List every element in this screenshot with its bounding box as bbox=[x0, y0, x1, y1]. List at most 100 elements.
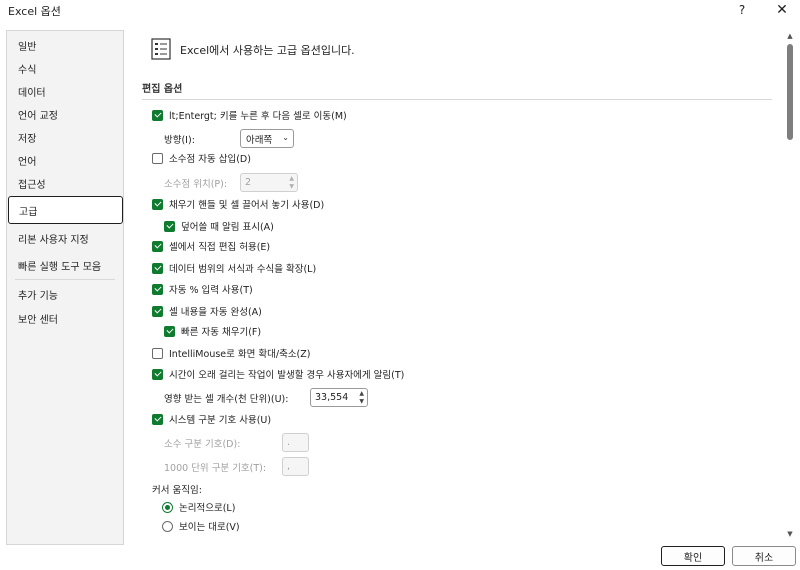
help-button[interactable]: ? bbox=[724, 0, 760, 20]
option-label: 자동 % 입력 사용(T) bbox=[169, 285, 253, 296]
autocomplete-option[interactable]: 셀 내용을 자동 완성(A) bbox=[152, 302, 262, 320]
alert-overwrite-option[interactable]: 덮어쓸 때 알림 표시(A) bbox=[164, 217, 274, 235]
close-icon: ✕ bbox=[776, 2, 788, 18]
intellimouse-option[interactable]: IntelliMouse로 화면 확대/축소(Z) bbox=[152, 344, 310, 362]
section-title: 편집 옵션 bbox=[142, 84, 183, 95]
fill-handle-option[interactable]: 채우기 핸들 및 셀 끌어서 놓기 사용(D) bbox=[152, 195, 324, 213]
radio-selected[interactable] bbox=[162, 501, 173, 513]
title-bar: Excel 옵션 ? ✕ bbox=[0, 0, 800, 22]
checkbox-unchecked[interactable] bbox=[152, 152, 163, 164]
sidebar-item-data[interactable]: 데이터 bbox=[7, 81, 123, 101]
option-label: 시간이 오래 걸리는 작업이 발생할 경우 사용자에게 알림(T) bbox=[169, 370, 405, 381]
sidebar-item-label: 언어 교정 bbox=[18, 110, 58, 122]
sidebar-item-customize-ribbon[interactable]: 리본 사용자 지정 bbox=[7, 228, 123, 248]
sidebar-item-trust-center[interactable]: 보안 센터 bbox=[7, 308, 123, 328]
move-after-enter-option[interactable]: lt;Entergt; 키를 누른 후 다음 셀로 이동(M) bbox=[152, 106, 347, 124]
cursor-logical-option[interactable]: 논리적으로(L) bbox=[162, 498, 235, 516]
option-label: 데이터 범위의 서식과 수식을 확장(L) bbox=[169, 264, 317, 275]
checkbox-checked[interactable] bbox=[152, 413, 163, 425]
checkbox-checked[interactable] bbox=[164, 325, 175, 337]
section-divider bbox=[142, 99, 772, 100]
edit-in-cell-option[interactable]: 셀에서 직접 편집 허용(E) bbox=[152, 237, 270, 255]
scrollbar-thumb[interactable] bbox=[787, 44, 793, 140]
decimal-separator-field[interactable]: . bbox=[282, 433, 309, 452]
extend-formats-option[interactable]: 데이터 범위의 서식과 수식을 확장(L) bbox=[152, 259, 316, 277]
checkbox-checked[interactable] bbox=[152, 283, 163, 295]
checkbox-checked[interactable] bbox=[152, 198, 163, 210]
checkbox-checked[interactable] bbox=[164, 220, 175, 232]
category-sidebar: 일반 수식 데이터 언어 교정 저장 언어 접근성 고급 리본 사용자 지정 빠… bbox=[6, 30, 124, 545]
direction-label: 방향(I): bbox=[164, 135, 195, 146]
sidebar-item-label: 저장 bbox=[18, 133, 37, 145]
direction-row: 방향(I): bbox=[164, 130, 195, 148]
flash-fill-option[interactable]: 빠른 자동 채우기(F) bbox=[164, 322, 261, 340]
sidebar-item-advanced[interactable]: 고급 bbox=[8, 196, 123, 224]
option-label: 덮어쓸 때 알림 표시(A) bbox=[181, 222, 274, 233]
cells-affected-row: 영향 받는 셀 개수(천 단위)(U): bbox=[164, 389, 288, 407]
sidebar-item-save[interactable]: 저장 bbox=[7, 127, 123, 147]
options-list-icon bbox=[151, 38, 171, 60]
checkbox-checked[interactable] bbox=[152, 240, 163, 252]
direction-dropdown[interactable]: 아래쪽 ⌄ bbox=[240, 129, 294, 148]
ok-button-label: 확인 bbox=[683, 552, 703, 564]
thousands-separator-label: 1000 단위 구분 기호(T): bbox=[164, 463, 267, 474]
option-label: 채우기 핸들 및 셀 끌어서 놓기 사용(D) bbox=[169, 200, 325, 211]
sidebar-item-quick-access-toolbar[interactable]: 빠른 실행 도구 모음 bbox=[7, 255, 123, 275]
option-label: 시스템 구분 기호 사용(U) bbox=[169, 415, 272, 426]
help-icon: ? bbox=[738, 3, 746, 17]
thousands-separator-field[interactable]: , bbox=[282, 457, 309, 476]
field-value: . bbox=[287, 437, 291, 448]
option-label: 셀 내용을 자동 완성(A) bbox=[169, 307, 262, 318]
window-title: Excel 옵션 bbox=[8, 5, 61, 18]
sidebar-item-accessibility[interactable]: 접근성 bbox=[7, 173, 123, 193]
spinner-arrows-icon: ▲ ▼ bbox=[289, 175, 294, 190]
decimal-places-label: 소수점 위치(P): bbox=[164, 179, 228, 190]
sidebar-item-label: 빠른 실행 도구 모음 bbox=[18, 261, 102, 273]
sidebar-item-label: 보안 센터 bbox=[18, 314, 58, 326]
chevron-down-icon: ⌄ bbox=[282, 133, 289, 142]
close-button[interactable]: ✕ bbox=[764, 0, 800, 20]
decimal-places-row: 소수점 위치(P): bbox=[164, 174, 227, 192]
decimal-places-spinner[interactable]: 2 ▲ ▼ bbox=[240, 173, 298, 192]
cursor-movement-row: 커서 움직임: bbox=[152, 480, 202, 498]
auto-percent-option[interactable]: 자동 % 입력 사용(T) bbox=[152, 280, 253, 298]
sidebar-item-label: 고급 bbox=[19, 206, 38, 218]
option-label: 소수점 자동 삽입(D) bbox=[169, 154, 251, 165]
sidebar-item-language[interactable]: 언어 bbox=[7, 150, 123, 170]
decimal-separator-label: 소수 구분 기호(D): bbox=[164, 439, 241, 450]
cancel-button[interactable]: 취소 bbox=[732, 546, 796, 566]
option-label: 셀에서 직접 편집 허용(E) bbox=[169, 242, 271, 253]
option-label: 빠른 자동 채우기(F) bbox=[181, 327, 262, 338]
cells-affected-label: 영향 받는 셀 개수(천 단위)(U): bbox=[164, 394, 289, 405]
cursor-visual-option[interactable]: 보이는 대로(V) bbox=[162, 517, 240, 535]
auto-decimal-option[interactable]: 소수점 자동 삽입(D) bbox=[152, 149, 251, 167]
system-separators-option[interactable]: 시스템 구분 기호 사용(U) bbox=[152, 410, 271, 428]
radio-unselected[interactable] bbox=[162, 520, 173, 532]
thousands-separator-row: 1000 단위 구분 기호(T): bbox=[164, 458, 266, 476]
sidebar-item-label: 리본 사용자 지정 bbox=[18, 234, 89, 246]
options-content: Excel에서 사용하는 고급 옵션입니다. 편집 옵션 lt;Entergt;… bbox=[134, 22, 774, 544]
cells-affected-spinner[interactable]: 33,554 ▲ ▼ bbox=[310, 388, 368, 407]
option-label: 논리적으로(L) bbox=[179, 503, 236, 514]
checkbox-checked[interactable] bbox=[152, 305, 163, 317]
sidebar-item-label: 일반 bbox=[18, 41, 37, 53]
spinner-value: 33,554 bbox=[315, 392, 349, 403]
option-label: IntelliMouse로 화면 확대/축소(Z) bbox=[169, 349, 311, 360]
sidebar-item-proofing[interactable]: 언어 교정 bbox=[7, 104, 123, 124]
sidebar-item-label: 언어 bbox=[18, 156, 37, 168]
dropdown-value: 아래쪽 bbox=[246, 134, 273, 146]
cancel-button-label: 취소 bbox=[754, 552, 774, 564]
scroll-up-icon[interactable]: ▲ bbox=[784, 32, 796, 42]
sidebar-divider bbox=[15, 279, 115, 280]
checkbox-unchecked[interactable] bbox=[152, 347, 163, 359]
checkbox-checked[interactable] bbox=[152, 368, 163, 380]
checkbox-checked[interactable] bbox=[152, 109, 163, 121]
checkbox-checked[interactable] bbox=[152, 262, 163, 274]
sidebar-item-general[interactable]: 일반 bbox=[7, 35, 123, 55]
sidebar-item-formulas[interactable]: 수식 bbox=[7, 58, 123, 78]
ok-button[interactable]: 확인 bbox=[661, 546, 725, 566]
sidebar-item-add-ins[interactable]: 추가 기능 bbox=[7, 284, 123, 304]
scroll-down-icon[interactable]: ▼ bbox=[784, 530, 796, 540]
sidebar-item-label: 추가 기능 bbox=[18, 290, 58, 302]
long-operation-alert-option[interactable]: 시간이 오래 걸리는 작업이 발생할 경우 사용자에게 알림(T) bbox=[152, 365, 404, 383]
